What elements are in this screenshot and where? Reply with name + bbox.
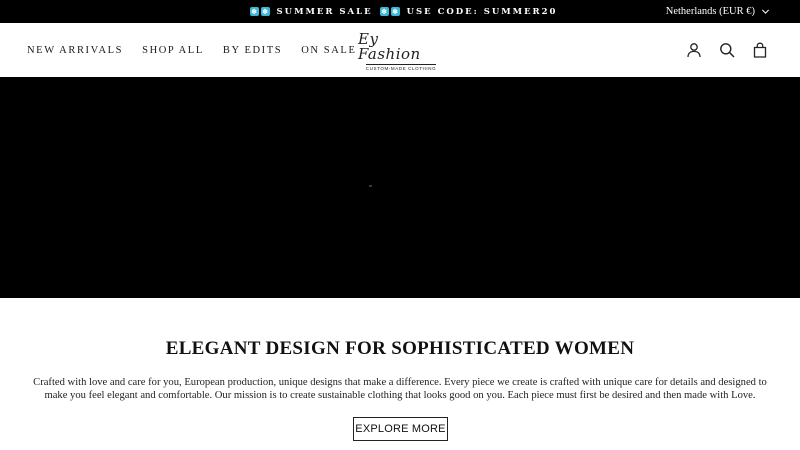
cart-icon[interactable] (752, 42, 768, 58)
intro-section: ELEGANT DESIGN FOR SOPHISTICATED WOMEN C… (0, 298, 800, 450)
chevron-down-icon (761, 9, 770, 14)
sale-text: SUMMER SALE (276, 6, 373, 17)
explore-more-button[interactable]: EXPLORE MORE (353, 417, 448, 441)
promo-code-text: USE CODE: SUMMER20 (406, 6, 558, 17)
hero-banner[interactable] (0, 77, 800, 298)
logo-tagline: CUSTOM-MADE CLOTHING (365, 63, 437, 71)
nav-new-arrivals[interactable]: NEW ARRIVALS (27, 45, 123, 56)
snowflake-icon-group: ❄ ❄ (249, 7, 271, 16)
logo[interactable]: Ey Fashion CUSTOM-MADE CLOTHING (358, 29, 444, 71)
header-actions (686, 23, 768, 77)
main-nav: NEW ARRIVALS SHOP ALL BY EDITS ON SALE (27, 23, 375, 77)
hero-media-placeholder (369, 185, 372, 187)
nav-on-sale[interactable]: ON SALE (301, 45, 356, 56)
snowflake-icon: ❄ (379, 7, 389, 16)
logo-script: Ey Fashion (358, 29, 421, 63)
section-description: Crafted with love and care for you, Euro… (33, 377, 767, 401)
snowflake-icon-group: ❄ ❄ (379, 7, 401, 16)
announcement-bar: ❄ ❄ SUMMER SALE ❄ ❄ USE CODE: SUMMER20 Net… (0, 0, 800, 23)
snowflake-icon: ❄ (260, 7, 270, 16)
snowflake-icon: ❄ (390, 7, 400, 16)
locale-label: Netherlands (EUR €) (665, 6, 755, 17)
search-icon[interactable] (719, 42, 735, 58)
site-header: NEW ARRIVALS SHOP ALL BY EDITS ON SALE E… (0, 23, 800, 77)
snowflake-icon: ❄ (249, 7, 259, 16)
nav-shop-all[interactable]: SHOP ALL (142, 45, 204, 56)
nav-by-edits[interactable]: BY EDITS (223, 45, 282, 56)
account-icon[interactable] (686, 42, 702, 58)
locale-selector[interactable]: Netherlands (EUR €) (666, 0, 770, 23)
section-headline: ELEGANT DESIGN FOR SOPHISTICATED WOMEN (165, 338, 635, 359)
